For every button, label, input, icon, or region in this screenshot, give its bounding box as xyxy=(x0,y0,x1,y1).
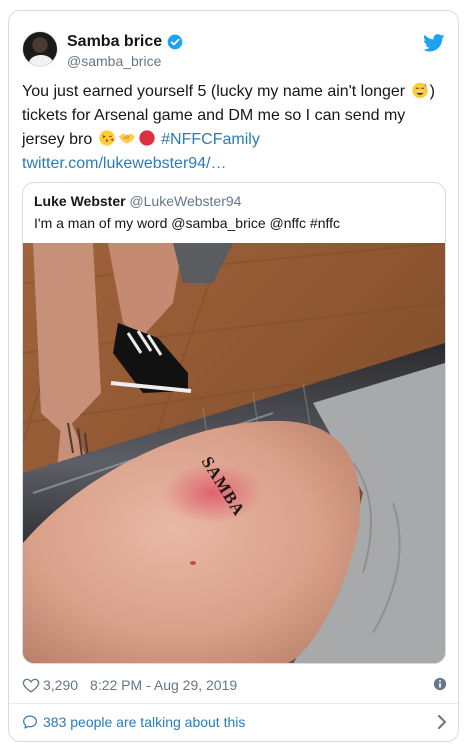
quoted-tweet-text: I'm a man of my word @samba_brice @nffc … xyxy=(34,215,341,231)
author-handle[interactable]: @samba_brice xyxy=(67,53,183,69)
hashtag-link[interactable]: #NFFCFamily xyxy=(161,131,260,148)
red-circle-emoji-icon xyxy=(139,130,155,146)
author-name-row: Samba brice xyxy=(67,32,183,52)
kissing-face-emoji-icon xyxy=(99,130,115,146)
quoted-tweet[interactable]: Luke Webster @LukeWebster94 I'm a man of… xyxy=(22,182,446,664)
chevron-right-icon[interactable] xyxy=(437,715,447,729)
like-count[interactable]: 3,290 xyxy=(43,677,78,693)
quoted-author-handle: @LukeWebster94 xyxy=(129,193,242,209)
conversation-link[interactable]: 383 people are talking about this xyxy=(22,711,447,733)
quoted-tweet-photo[interactable]: SAMBA xyxy=(23,243,445,664)
verified-badge-icon xyxy=(167,34,183,50)
tweet-meta: 3,290 8:22 PM - Aug 29, 2019 xyxy=(22,675,447,695)
info-icon[interactable] xyxy=(433,677,447,691)
footer-divider xyxy=(9,703,458,704)
quoted-author-row: Luke Webster @LukeWebster94 xyxy=(34,193,241,211)
tweet-card: Samba brice @samba_brice You just earned… xyxy=(8,10,459,742)
tweet-text: You just earned yourself 5 (lucky my nam… xyxy=(22,80,447,176)
tweet-timestamp[interactable]: 8:22 PM - Aug 29, 2019 xyxy=(90,677,237,693)
author-name[interactable]: Samba brice xyxy=(67,33,162,51)
handshake-emoji-icon xyxy=(118,133,135,144)
sweat-smile-emoji-icon xyxy=(411,82,428,99)
tweet-text-part-1: You just earned yourself 5 (lucky my nam… xyxy=(22,83,410,100)
twitter-bird-icon[interactable] xyxy=(423,34,445,52)
author-block: Samba brice @samba_brice xyxy=(67,32,183,69)
conversation-count[interactable]: 383 people are talking about this xyxy=(43,714,245,730)
tweet-link[interactable]: twitter.com/lukewebster94/… xyxy=(22,155,227,172)
author-avatar[interactable] xyxy=(22,31,58,67)
speech-bubble-icon xyxy=(23,715,37,729)
quoted-author-name: Luke Webster xyxy=(34,193,126,209)
heart-icon[interactable] xyxy=(22,676,40,694)
